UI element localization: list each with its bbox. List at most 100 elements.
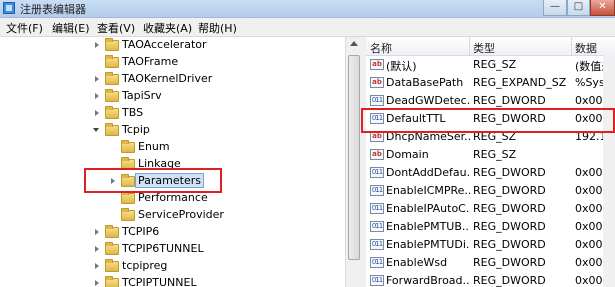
value-type: REG_DWORD xyxy=(473,202,546,215)
tree-item-label: Parameters xyxy=(135,173,204,188)
close-icon: ✕ xyxy=(598,1,607,12)
list-row-default[interactable]: ab (默认) REG_SZ (数值未 xyxy=(366,56,615,74)
list-row-enableipautoconfig[interactable]: 011 EnableIPAutoC... REG_DWORD 0x0000 xyxy=(366,200,615,218)
tree-item-label: TCPIP6TUNNEL xyxy=(122,242,204,255)
maximize-button[interactable]: □ xyxy=(567,0,590,16)
string-value-icon: ab xyxy=(370,59,384,70)
folder-icon xyxy=(121,191,135,204)
tree-item-label: TAOFrame xyxy=(122,55,179,68)
binary-value-icon: 011 xyxy=(370,257,384,268)
value-list[interactable]: 名称 类型 数据 ab (默认) REG_SZ (数值未 ab DataBase… xyxy=(366,37,615,287)
folder-open-icon xyxy=(105,123,119,136)
expand-arrow-icon[interactable] xyxy=(95,229,99,235)
list-row-defaultttl[interactable]: 011 DefaultTTL REG_DWORD 0x0000 xyxy=(366,110,615,128)
list-row-enablepmtudiscovery[interactable]: 011 EnablePMTUDi... REG_DWORD 0x0000 xyxy=(366,236,615,254)
column-header-name[interactable]: 名称 xyxy=(370,40,392,56)
menu-edit[interactable]: 编辑(E) xyxy=(52,20,90,36)
binary-value-icon: 011 xyxy=(370,239,384,250)
column-header-data[interactable]: 数据 xyxy=(575,40,597,56)
close-button[interactable]: ✕ xyxy=(590,0,615,16)
expand-arrow-icon[interactable] xyxy=(95,76,99,82)
minimize-button[interactable]: — xyxy=(543,0,567,16)
folder-icon xyxy=(105,55,119,68)
expand-arrow-icon[interactable] xyxy=(95,280,99,286)
folder-icon xyxy=(105,225,119,238)
value-type: REG_DWORD xyxy=(473,94,546,107)
tree-item-label: ServiceProvider xyxy=(138,208,224,221)
value-name: DefaultTTL xyxy=(386,112,446,125)
value-name: DontAddDefau... xyxy=(386,166,470,179)
list-row-enablewsd[interactable]: 011 EnableWsd REG_DWORD 0x0000 xyxy=(366,254,615,272)
value-type: REG_SZ xyxy=(473,130,517,143)
binary-value-icon: 011 xyxy=(370,185,384,196)
list-row-dontadddefault[interactable]: 011 DontAddDefau... REG_DWORD 0x0000 xyxy=(366,164,615,182)
folder-icon xyxy=(105,89,119,102)
folder-icon xyxy=(105,242,119,255)
expand-arrow-icon[interactable] xyxy=(95,263,99,269)
expand-arrow-icon[interactable] xyxy=(95,42,99,48)
folder-icon xyxy=(121,140,135,153)
maximize-icon: □ xyxy=(573,1,584,12)
title-bar: 注册表编辑器 — □ ✕ xyxy=(0,0,615,18)
string-value-icon: ab xyxy=(370,149,384,160)
value-type: REG_EXPAND_SZ xyxy=(473,76,567,89)
tree-vertical-scrollbar[interactable] xyxy=(345,37,362,287)
folder-icon xyxy=(105,38,119,51)
folder-icon xyxy=(105,259,119,272)
value-type: REG_DWORD xyxy=(473,238,546,251)
value-name: EnableICMPRe... xyxy=(386,184,470,197)
binary-value-icon: 011 xyxy=(370,113,384,124)
column-divider[interactable] xyxy=(571,37,572,55)
tree-item-label: TAOAccelerator xyxy=(122,38,207,51)
list-row-forwardbroadcasts[interactable]: 011 ForwardBroad... REG_DWORD 0x0000 xyxy=(366,272,615,287)
value-type: REG_DWORD xyxy=(473,166,546,179)
tree-item-label: Tcpip xyxy=(122,123,150,136)
value-name: DeadGWDetec... xyxy=(386,94,470,107)
collapse-arrow-icon[interactable] xyxy=(93,128,99,132)
folder-icon xyxy=(105,72,119,85)
binary-value-icon: 011 xyxy=(370,203,384,214)
string-value-icon: ab xyxy=(370,131,384,142)
tree-item-label: Enum xyxy=(138,140,170,153)
key-tree[interactable]: TAOAccelerator TAOFrame TAOKernelDriver … xyxy=(0,37,345,287)
value-type: REG_DWORD xyxy=(473,274,546,287)
binary-value-icon: 011 xyxy=(370,167,384,178)
expand-arrow-icon[interactable] xyxy=(95,110,99,116)
folder-icon xyxy=(121,174,135,187)
binary-value-icon: 011 xyxy=(370,95,384,106)
list-row-enablepmtubh[interactable]: 011 EnablePMTUB... REG_DWORD 0x0000 xyxy=(366,218,615,236)
list-row-enableicmpredirect[interactable]: 011 EnableICMPRe... REG_DWORD 0x0000 xyxy=(366,182,615,200)
list-row-deadgwdetect[interactable]: 011 DeadGWDetec... REG_DWORD 0x0000 xyxy=(366,92,615,110)
list-vertical-scrollbar[interactable] xyxy=(603,55,615,287)
value-type: REG_DWORD xyxy=(473,256,546,269)
binary-value-icon: 011 xyxy=(370,275,384,286)
tree-item-label: TapiSrv xyxy=(122,89,162,102)
value-name: EnablePMTUDi... xyxy=(386,238,470,251)
list-row-domain[interactable]: ab Domain REG_SZ xyxy=(366,146,615,164)
expand-arrow-icon[interactable] xyxy=(111,178,115,184)
column-divider[interactable] xyxy=(469,37,470,55)
tree-item-label: Linkage xyxy=(138,157,181,170)
expand-arrow-icon[interactable] xyxy=(95,93,99,99)
value-name: ForwardBroad... xyxy=(386,274,470,287)
menu-favorites[interactable]: 收藏夹(A) xyxy=(143,20,192,36)
value-name: (默认) xyxy=(386,60,417,73)
folder-icon xyxy=(121,157,135,170)
list-row-dhcpnameserver[interactable]: ab DhcpNameSer... REG_SZ 192.16 xyxy=(366,128,615,146)
menu-file[interactable]: 文件(F) xyxy=(6,20,43,36)
value-name: DhcpNameSer... xyxy=(386,130,470,143)
list-row-databasepath[interactable]: ab DataBasePath REG_EXPAND_SZ %Syste xyxy=(366,74,615,92)
tree-item-label: TCPIPTUNNEL xyxy=(122,276,197,287)
scrollbar-thumb[interactable] xyxy=(348,55,360,260)
value-type: REG_DWORD xyxy=(473,184,546,197)
value-type: REG_SZ xyxy=(473,58,517,71)
menu-bar: 文件(F) 编辑(E) 查看(V) 收藏夹(A) 帮助(H) xyxy=(0,18,615,37)
column-header-type[interactable]: 类型 xyxy=(473,40,495,56)
menu-view[interactable]: 查看(V) xyxy=(97,20,135,36)
scroll-up-arrow-icon[interactable] xyxy=(350,41,358,46)
window-title: 注册表编辑器 xyxy=(20,3,86,16)
value-type: REG_SZ xyxy=(473,148,517,161)
menu-help[interactable]: 帮助(H) xyxy=(198,20,237,36)
expand-arrow-icon[interactable] xyxy=(95,246,99,252)
tree-item-label: tcpipreg xyxy=(122,259,168,272)
